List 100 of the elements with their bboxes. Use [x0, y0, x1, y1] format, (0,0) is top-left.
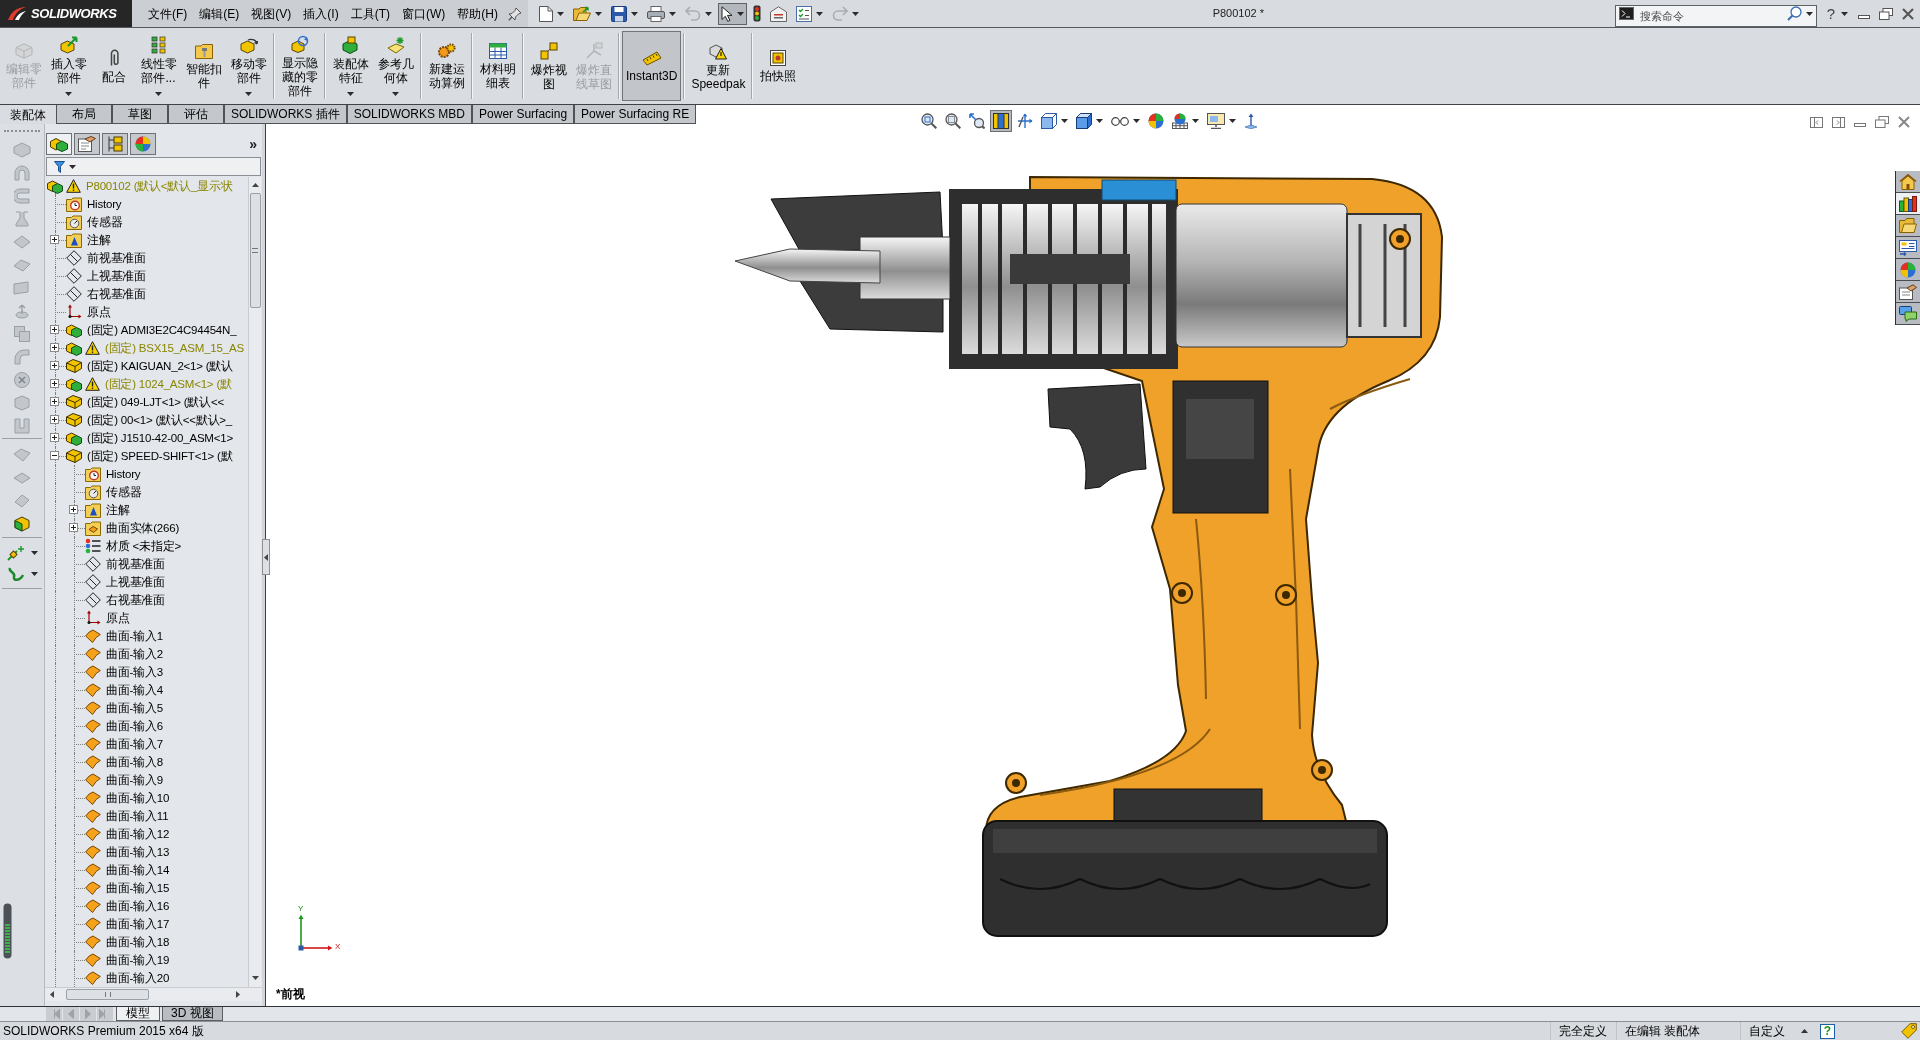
tree-item[interactable]: 曲面-输入2	[106, 646, 164, 662]
expand-icon[interactable]	[69, 523, 78, 532]
command-button[interactable]: 装配体特征	[328, 31, 373, 101]
ribbon-tab[interactable]: SOLIDWORKS 插件	[224, 105, 347, 124]
ribbon-tab[interactable]: 布局	[56, 105, 112, 124]
tree-item[interactable]: 曲面实体(266)	[106, 520, 180, 536]
tile-left-icon[interactable]	[1810, 116, 1823, 128]
caret-up-icon[interactable]	[1801, 1029, 1808, 1033]
sparkle-line-icon[interactable]	[6, 545, 25, 561]
pane-tab[interactable]	[102, 133, 128, 155]
filter-field[interactable]	[46, 157, 261, 176]
view-toolbar-button[interactable]	[1204, 110, 1239, 132]
task-pane-tab[interactable]	[1896, 193, 1920, 215]
ribbon-tab[interactable]: 评估	[168, 105, 224, 124]
block-icon[interactable]	[14, 516, 30, 532]
menu-item[interactable]: 编辑(E)	[193, 4, 246, 23]
menu-item[interactable]: 视图(V)	[245, 4, 298, 23]
expand-icon[interactable]	[50, 397, 59, 406]
tree-item[interactable]: 曲面-输入19	[106, 952, 170, 968]
tree-item[interactable]: 曲面-输入10	[106, 790, 170, 806]
tree-item[interactable]: 曲面-输入5	[106, 700, 164, 716]
expand-icon[interactable]	[50, 235, 59, 244]
pane-tab[interactable]	[46, 133, 72, 155]
tree-item[interactable]: 材质 <未指定>	[106, 538, 182, 554]
command-button[interactable]: 爆炸视图	[526, 31, 571, 101]
menu-item[interactable]: 工具(T)	[344, 4, 396, 23]
command-button[interactable]: 移动零部件	[226, 31, 271, 101]
view-toolbar-button[interactable]	[966, 110, 988, 132]
tree-item[interactable]: History	[87, 196, 122, 212]
view-toolbar-button[interactable]	[918, 110, 940, 132]
command-button[interactable]: 参考几何体	[373, 31, 418, 101]
tree-item[interactable]: 原点	[87, 304, 111, 320]
search-icon[interactable]	[1786, 5, 1802, 21]
tree-item[interactable]: 曲面-输入4	[106, 682, 164, 698]
collapse-handle[interactable]	[262, 539, 270, 575]
task-pane-tab[interactable]	[1896, 237, 1920, 259]
vertical-scrollbar[interactable]	[248, 177, 261, 987]
view-toolbar-button[interactable]	[1038, 110, 1071, 132]
toolbar-button[interactable]	[718, 2, 747, 25]
task-pane-tab[interactable]	[1896, 281, 1920, 303]
ribbon-tab[interactable]: SOLIDWORKS MBD	[346, 105, 473, 124]
x-circle-icon[interactable]	[14, 372, 30, 388]
command-button[interactable]: 插入零部件	[46, 31, 91, 101]
scrollbar-thumb[interactable]	[249, 193, 261, 308]
command-button[interactable]: 智能扣件	[181, 31, 226, 101]
pushpin-icon[interactable]	[508, 6, 522, 21]
command-button[interactable]: 线性零部件...	[136, 31, 181, 101]
tree-item[interactable]: (固定) J1510-42-00_ASM<1>	[87, 430, 233, 446]
task-pane-tab[interactable]	[1896, 259, 1920, 281]
expand-icon[interactable]	[50, 433, 59, 442]
tree-item[interactable]: (固定) SPEED-SHIFT<1> (默	[87, 448, 233, 464]
sheet-tab[interactable]: 3D 视图	[162, 1007, 223, 1021]
menu-item[interactable]: 帮助(H)	[451, 4, 504, 23]
menu-item[interactable]: 窗口(W)	[396, 4, 452, 23]
help-button[interactable]: ?	[1820, 1023, 1835, 1039]
tree-item[interactable]: 曲面-输入8	[106, 754, 164, 770]
tree-item[interactable]: 曲面-输入9	[106, 772, 164, 788]
tree-item[interactable]: 曲面-输入18	[106, 934, 170, 950]
tree-item[interactable]: (固定) 00<1> (默认<<默认>_	[87, 412, 233, 428]
tree-item[interactable]: 曲面-输入1	[106, 628, 164, 644]
expand-icon[interactable]	[50, 361, 59, 370]
pane-tab[interactable]	[74, 133, 100, 155]
menu-item[interactable]: 文件(F)	[142, 4, 194, 23]
tree-item[interactable]: 曲面-输入15	[106, 880, 170, 896]
expand-icon[interactable]	[50, 325, 59, 334]
command-button[interactable]: 材料明细表	[475, 31, 520, 101]
tree-item[interactable]: (固定) KAIGUAN_2<1> (默认	[87, 358, 234, 374]
command-button[interactable]: 新建运动算例	[424, 31, 469, 101]
tree-item[interactable]: 曲面-输入20	[106, 970, 170, 986]
tree-item[interactable]: 曲面-输入16	[106, 898, 170, 914]
tree-item[interactable]: 曲面-输入13	[106, 844, 170, 860]
view-toolbar-button[interactable]	[942, 110, 964, 132]
ribbon-tab[interactable]: 草图	[112, 105, 168, 124]
view-toolbar-button[interactable]	[990, 110, 1012, 132]
expand-icon[interactable]	[50, 343, 59, 352]
tree-item[interactable]: 前视基准面	[87, 250, 146, 266]
tree-item[interactable]: 传感器	[106, 484, 142, 500]
command-button[interactable]: 显示隐藏的零部件	[277, 31, 322, 101]
command-button[interactable]: 拍快照	[755, 31, 801, 101]
tree-item[interactable]: (固定) ADMI3E2C4C94454N_	[87, 322, 237, 338]
tree-item[interactable]: 上视基准面	[87, 268, 146, 284]
tree-item[interactable]: (固定) 049-LJT<1> (默认<<	[87, 394, 225, 410]
tree-item[interactable]: 右视基准面	[87, 286, 146, 302]
tree-item[interactable]: 曲面-输入3	[106, 664, 164, 680]
tree-item[interactable]: 注解	[87, 232, 111, 248]
task-pane-tab[interactable]	[1896, 303, 1920, 325]
search-field[interactable]: 搜索命令	[1614, 4, 1817, 27]
tree-item[interactable]: 传感器	[87, 214, 123, 230]
command-button[interactable]: 配合	[91, 31, 136, 101]
ribbon-tab[interactable]: Power Surfacing RE	[574, 105, 697, 124]
expand-icon[interactable]	[50, 379, 59, 388]
tag-icon[interactable]	[1901, 1023, 1917, 1039]
tree-item[interactable]: 曲面-输入11	[106, 808, 169, 824]
tree-item[interactable]: 曲面-输入6	[106, 718, 164, 734]
task-pane-tab[interactable]	[1896, 171, 1920, 193]
command-button[interactable]: Instant3D	[622, 31, 682, 101]
menu-item[interactable]: 插入(I)	[297, 4, 345, 23]
ribbon-tab[interactable]: Power Surfacing	[472, 105, 575, 124]
sheet-tab[interactable]: 模型	[116, 1007, 160, 1021]
tree-item[interactable]: 上视基准面	[106, 574, 165, 590]
